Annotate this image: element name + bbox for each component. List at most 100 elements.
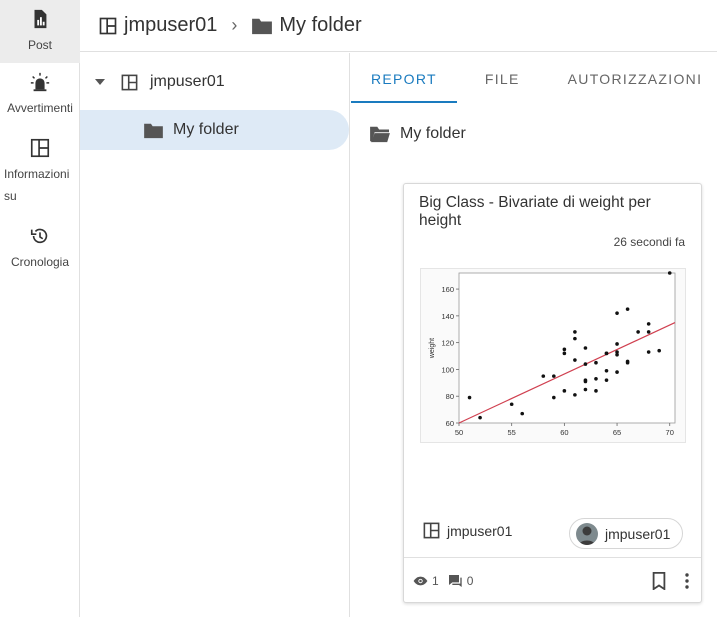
folder-open-icon bbox=[370, 126, 390, 143]
data-point bbox=[573, 330, 577, 334]
card-footer: 1 0 bbox=[404, 557, 701, 603]
data-point bbox=[625, 359, 630, 364]
data-point bbox=[467, 395, 472, 400]
info-panel-icon bbox=[30, 138, 50, 158]
comment-icon bbox=[448, 574, 462, 587]
data-point bbox=[509, 402, 514, 407]
breadcrumb: jmpuser01 › My folder bbox=[80, 0, 717, 52]
data-point bbox=[615, 352, 619, 357]
tree-child-label: My folder bbox=[173, 121, 239, 138]
y-tick-label: 60 bbox=[446, 419, 454, 428]
data-point bbox=[604, 351, 609, 356]
data-point bbox=[615, 370, 619, 374]
data-point bbox=[573, 393, 577, 397]
data-point bbox=[594, 360, 598, 365]
tab-report[interactable]: REPORT bbox=[351, 53, 457, 103]
tab-bar: REPORT FILE AUTORIZZAZIONI bbox=[351, 53, 717, 103]
folder-icon bbox=[144, 123, 163, 138]
plot-area bbox=[458, 272, 676, 424]
y-axis-label: weight bbox=[429, 338, 436, 359]
report-card[interactable]: Big Class - Bivariate di weight per heig… bbox=[403, 183, 702, 603]
data-point bbox=[520, 411, 525, 416]
data-point bbox=[562, 351, 567, 356]
data-point bbox=[478, 415, 482, 420]
data-point bbox=[541, 374, 546, 378]
data-point bbox=[583, 378, 588, 382]
data-point bbox=[594, 389, 598, 393]
folder-tree: jmpuser01 My folder bbox=[80, 53, 350, 617]
author-chip[interactable]: jmpuser01 bbox=[569, 518, 684, 549]
breadcrumb-space-label: jmpuser01 bbox=[124, 14, 218, 36]
rail-label: Informazioni su bbox=[4, 167, 70, 203]
data-point bbox=[604, 368, 609, 373]
breadcrumb-folder[interactable]: My folder bbox=[251, 14, 362, 37]
breadcrumb-folder-label: My folder bbox=[279, 14, 362, 36]
x-tick-label: 70 bbox=[666, 428, 674, 437]
card-title[interactable]: Big Class - Bivariate di weight per heig… bbox=[404, 184, 701, 230]
data-point bbox=[573, 336, 577, 341]
data-point bbox=[583, 387, 588, 392]
data-point bbox=[625, 307, 630, 311]
x-tick-label: 55 bbox=[508, 428, 516, 437]
space-icon bbox=[99, 17, 117, 34]
tab-file[interactable]: FILE bbox=[457, 53, 548, 103]
data-point bbox=[583, 362, 588, 366]
scatter-chart: 60 80 100 120 140 160 50 55 60 65 70 weight bbox=[429, 271, 676, 437]
rail-item-alerts[interactable]: Avvertimenti bbox=[0, 63, 80, 129]
more-vert-icon[interactable] bbox=[685, 572, 689, 589]
data-point bbox=[573, 358, 577, 362]
left-rail: Post Avvertimenti Informazioni su Cronol… bbox=[0, 0, 80, 617]
y-tick-label: 120 bbox=[441, 339, 454, 348]
y-tick-label: 100 bbox=[441, 365, 454, 374]
data-point bbox=[552, 395, 556, 400]
avatar bbox=[576, 522, 598, 545]
rail-item-info[interactable]: Informazioni su bbox=[0, 129, 80, 217]
views-value: 1 bbox=[432, 573, 439, 588]
data-point bbox=[604, 378, 609, 382]
rail-item-post[interactable]: Post bbox=[0, 0, 80, 63]
card-timestamp: 26 secondi fa bbox=[613, 235, 685, 249]
data-point bbox=[667, 271, 672, 275]
space-icon bbox=[121, 74, 138, 90]
folder-icon bbox=[252, 18, 273, 34]
caret-down-icon[interactable] bbox=[95, 79, 105, 85]
breadcrumb-space[interactable]: jmpuser01 bbox=[98, 14, 217, 37]
data-point bbox=[562, 347, 567, 352]
x-tick-label: 50 bbox=[455, 428, 463, 437]
author-name: jmpuser01 bbox=[605, 525, 671, 542]
rail-label: Avvertimenti bbox=[7, 101, 73, 115]
x-tick-label: 65 bbox=[613, 428, 621, 437]
rail-label: Cronologia bbox=[10, 255, 70, 269]
space-icon bbox=[423, 522, 440, 539]
post-icon bbox=[34, 9, 47, 29]
comments-value: 0 bbox=[466, 573, 474, 588]
comments-count: 0 bbox=[447, 573, 474, 588]
eye-icon bbox=[413, 576, 428, 585]
main-content: REPORT FILE AUTORIZZAZIONI My folder Big… bbox=[351, 53, 717, 617]
card-space-label: jmpuser01 bbox=[447, 522, 513, 539]
tab-permissions[interactable]: AUTORIZZAZIONI bbox=[548, 53, 717, 103]
data-point bbox=[583, 346, 588, 350]
tree-item-my-folder[interactable]: My folder bbox=[80, 110, 349, 150]
history-icon bbox=[30, 228, 48, 244]
data-point bbox=[657, 348, 661, 353]
views-count: 1 bbox=[413, 574, 439, 588]
card-space[interactable]: jmpuser01 bbox=[422, 521, 512, 540]
data-point bbox=[594, 377, 598, 381]
data-point bbox=[636, 330, 640, 334]
data-point bbox=[562, 389, 567, 393]
folder-title-label: My folder bbox=[400, 125, 466, 142]
y-tick-label: 140 bbox=[441, 312, 454, 321]
chevron-right-icon: › bbox=[231, 15, 238, 35]
data-point bbox=[615, 311, 619, 315]
data-point bbox=[646, 322, 651, 326]
rail-item-history[interactable]: Cronologia bbox=[0, 217, 80, 273]
tree-item-root[interactable]: jmpuser01 bbox=[80, 62, 349, 102]
data-point bbox=[615, 342, 619, 346]
report-thumbnail[interactable]: 60 80 100 120 140 160 50 55 60 65 70 weight bbox=[420, 268, 686, 443]
folder-title: My folder bbox=[369, 125, 717, 143]
x-tick-label: 60 bbox=[560, 428, 568, 437]
bookmark-icon[interactable] bbox=[651, 571, 667, 590]
data-point bbox=[552, 374, 556, 378]
rail-label: Post bbox=[27, 38, 52, 52]
